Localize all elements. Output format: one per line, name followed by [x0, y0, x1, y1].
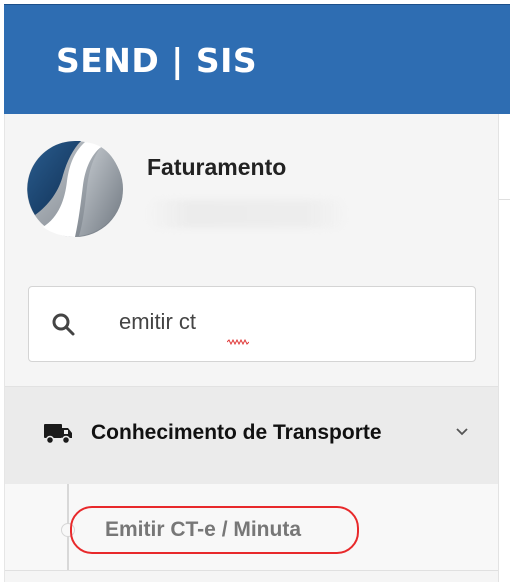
top-header: SEND | SIS	[4, 4, 510, 115]
spellcheck-underline	[227, 339, 249, 345]
blurred-user-info	[147, 200, 347, 228]
content-divider	[498, 199, 510, 200]
search-input[interactable]: emitir ct	[28, 286, 476, 362]
menu-group-conhecimento-transporte[interactable]: Conhecimento de Transporte	[5, 386, 498, 485]
submenu-item-label: Emitir CT-e / Minuta	[105, 518, 302, 541]
submenu: Emitir CT-e / Minuta	[5, 484, 498, 570]
search-value: emitir ct	[119, 309, 196, 334]
search-icon	[52, 313, 75, 336]
chevron-down-icon[interactable]	[455, 427, 469, 437]
divider	[5, 570, 498, 571]
app-logo	[27, 141, 123, 237]
menu-group-label: Conhecimento de Transporte	[91, 421, 382, 444]
brand-logo-text[interactable]: SEND | SIS	[56, 41, 257, 80]
submenu-item-emitir-cte[interactable]: Emitir CT-e / Minuta	[70, 506, 359, 554]
profile-title: Faturamento	[147, 154, 287, 180]
sidebar: Faturamento emitir ct Conhecimento de Tr…	[4, 114, 499, 582]
truck-icon	[44, 424, 72, 445]
